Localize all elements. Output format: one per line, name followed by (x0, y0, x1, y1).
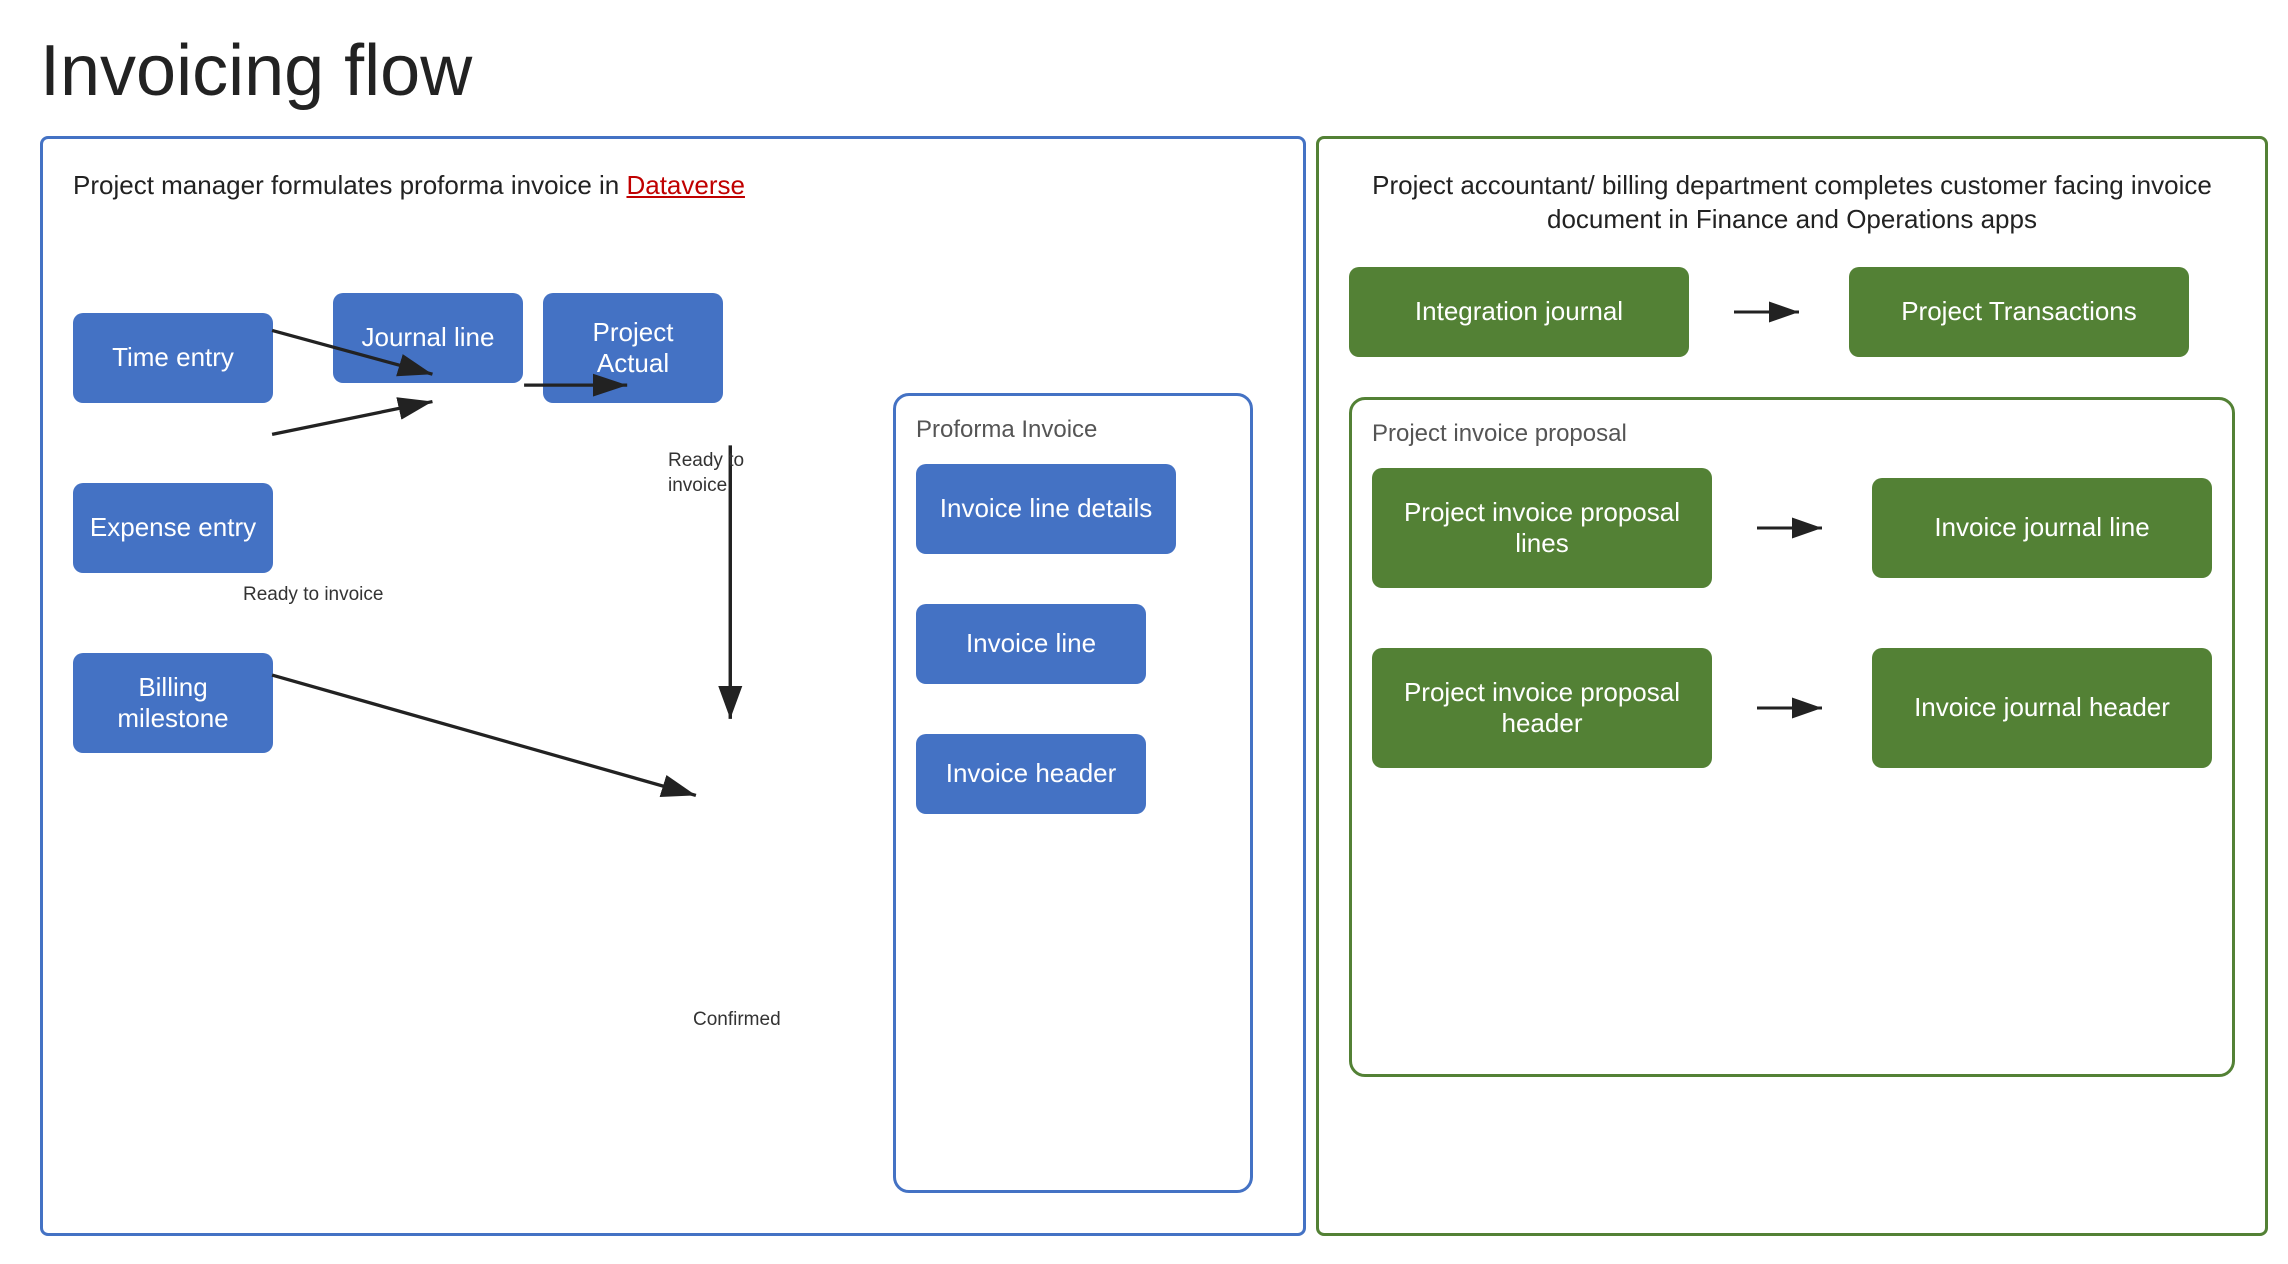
time-entry-box: Time entry (73, 313, 273, 403)
left-col2: Journal line Project Actual (313, 233, 533, 1193)
project-invoice-proposal-header-box: Project invoice proposal header (1372, 648, 1712, 768)
invoice-journal-header-box: Invoice journal header (1872, 648, 2212, 768)
journal-line-box: Journal line (333, 293, 523, 383)
billing-milestone-box: Billing milestone (73, 653, 273, 753)
page-title: Invoicing flow (40, 30, 2248, 112)
right-panel-label: Project accountant/ billing department c… (1349, 169, 2235, 237)
invoice-header-box: Invoice header (916, 734, 1146, 814)
proposal-box: Project invoice proposal Project invoice… (1349, 397, 2235, 1077)
left-col3: Proforma Invoice Invoice line details In… (873, 233, 1273, 1193)
right-panel: Project accountant/ billing department c… (1316, 136, 2268, 1236)
main-layout: Project manager formulates proforma invo… (40, 136, 2248, 1236)
project-invoice-proposal-lines-box: Project invoice proposal lines (1372, 468, 1712, 588)
arrow-header-to-journal-header (1752, 688, 1832, 728)
confirmed-label: Confirmed (693, 1009, 781, 1031)
invoice-journal-line-box: Invoice journal line (1872, 478, 2212, 578)
dataverse-link[interactable]: Dataverse (626, 170, 745, 200)
left-panel-label: Project manager formulates proforma invo… (73, 169, 1273, 203)
invoice-line-details-box: Invoice line details (916, 464, 1176, 554)
left-panel: Project manager formulates proforma invo… (40, 136, 1306, 1236)
arrow-lines-to-journal (1752, 508, 1832, 548)
project-transactions-box: Project Transactions (1849, 267, 2189, 357)
invoice-line-box: Invoice line (916, 604, 1146, 684)
arrow-int-to-pt (1729, 292, 1809, 332)
left-content: Time entry Expense entry Billing milesto… (73, 233, 1273, 1193)
left-col1: Time entry Expense entry Billing milesto… (73, 233, 313, 1193)
proforma-label: Proforma Invoice (916, 416, 1230, 444)
ready-to-invoice-label1: Ready to invoice (243, 584, 383, 606)
ready-to-invoice-label2: Ready toinvoice (668, 449, 744, 498)
project-actual-box: Project Actual (543, 293, 723, 403)
integration-journal-box: Integration journal (1349, 267, 1689, 357)
proforma-box: Proforma Invoice Invoice line details In… (893, 393, 1253, 1193)
proposal-label: Project invoice proposal (1372, 420, 2212, 448)
expense-entry-box: Expense entry (73, 483, 273, 573)
